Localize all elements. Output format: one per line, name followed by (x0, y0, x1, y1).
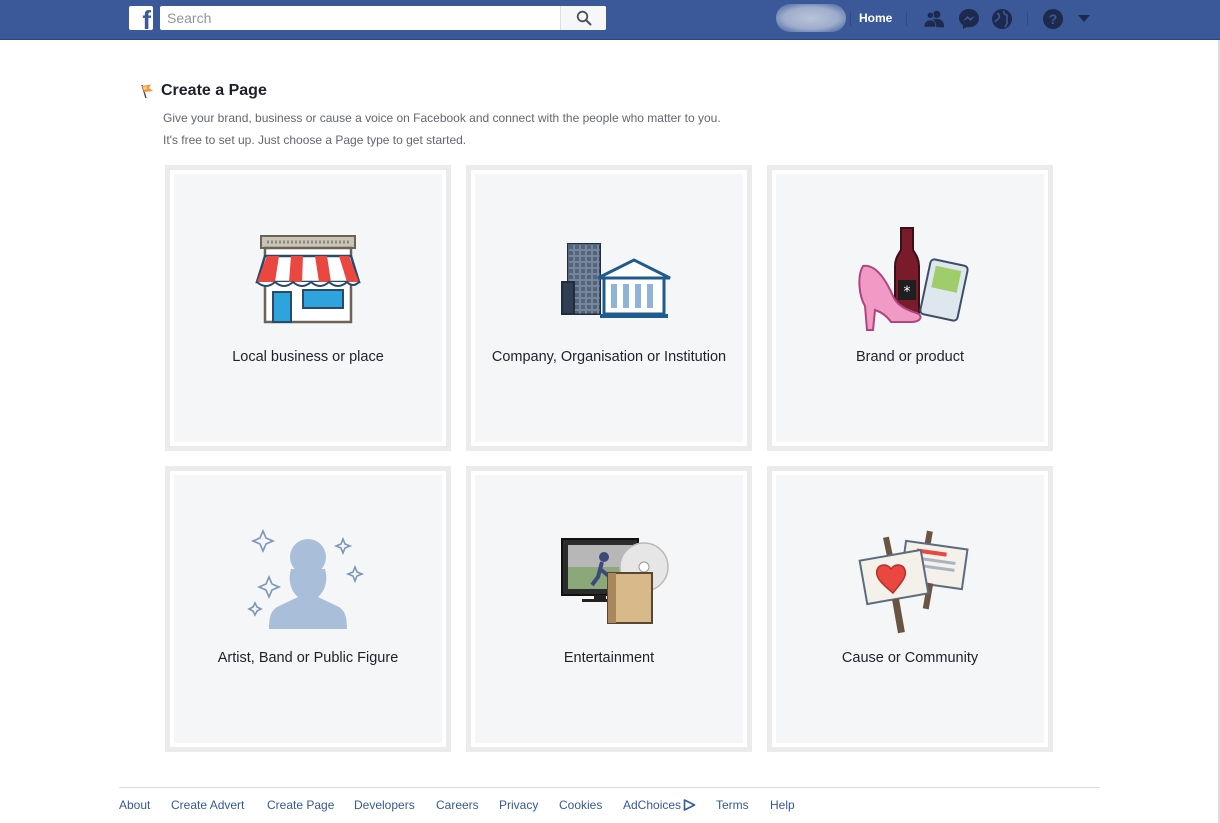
friend-requests-icon[interactable] (923, 8, 945, 30)
nav-divider (850, 12, 851, 26)
card-label: Local business or place (232, 349, 384, 365)
storefront-icon (255, 235, 361, 324)
community-signs-icon (858, 530, 969, 634)
search-input[interactable] (160, 6, 560, 30)
company-buildings-icon (561, 243, 671, 318)
svg-text:*: * (904, 284, 911, 300)
public-figure-icon (247, 528, 365, 629)
search-button[interactable] (561, 6, 606, 30)
footer-link-adchoices[interactable]: AdChoices (623, 798, 681, 812)
card-label: Cause or Community (841, 650, 979, 666)
footer-link-help[interactable]: Help (770, 798, 795, 812)
page-type-card-company[interactable]: Company, Organisation or Institution (466, 165, 752, 451)
nav-divider (906, 12, 907, 26)
footer-link-privacy[interactable]: Privacy (499, 798, 538, 812)
messenger-icon[interactable] (958, 8, 980, 30)
page-description: Give your brand, business or cause a voi… (163, 111, 721, 125)
svg-text:?: ? (1049, 11, 1058, 27)
footer-link-careers[interactable]: Careers (436, 798, 479, 812)
search-box (160, 6, 606, 30)
footer-link-cookies[interactable]: Cookies (559, 798, 602, 812)
footer-link-terms[interactable]: Terms (716, 798, 749, 812)
card-label: Brand or product (855, 349, 964, 365)
page-title: Create a Page (161, 82, 267, 99)
entertainment-icon (561, 538, 669, 624)
footer-link-developers[interactable]: Developers (354, 798, 415, 812)
flag-icon (141, 84, 153, 99)
brand-product-icon: * (858, 227, 969, 331)
facebook-logo-icon[interactable]: f (129, 6, 153, 30)
card-label: Entertainment (563, 650, 655, 666)
page-type-card-entertainment[interactable]: Entertainment (466, 466, 752, 752)
page-type-card-artist[interactable]: Artist, Band or Public Figure (165, 466, 451, 752)
top-navigation-bar: f Home (0, 0, 1220, 40)
card-label: Artist, Band or Public Figure (217, 650, 399, 666)
page-description-secondary: It's free to set up. Just choose a Page … (163, 133, 467, 147)
footer-link-about[interactable]: About (119, 798, 150, 812)
home-link[interactable]: Home (859, 11, 892, 25)
adchoices-icon[interactable] (683, 799, 696, 811)
footer-link-create-advert[interactable]: Create Advert (171, 798, 244, 812)
card-label: Company, Organisation or Institution (491, 349, 727, 365)
help-icon[interactable]: ? (1042, 8, 1064, 30)
page-type-card-brand[interactable]: * Brand or product (767, 165, 1053, 451)
page-type-card-cause[interactable]: Cause or Community (767, 466, 1053, 752)
footer-divider (119, 787, 1100, 788)
notifications-globe-icon[interactable] (991, 8, 1013, 30)
search-icon (576, 10, 591, 26)
profile-avatar[interactable] (776, 4, 846, 32)
footer-link-create-page[interactable]: Create Page (267, 798, 334, 812)
caret-down-icon[interactable] (1073, 8, 1095, 30)
nav-divider (1027, 12, 1028, 26)
page-type-card-local-business[interactable]: Local business or place (165, 165, 451, 451)
